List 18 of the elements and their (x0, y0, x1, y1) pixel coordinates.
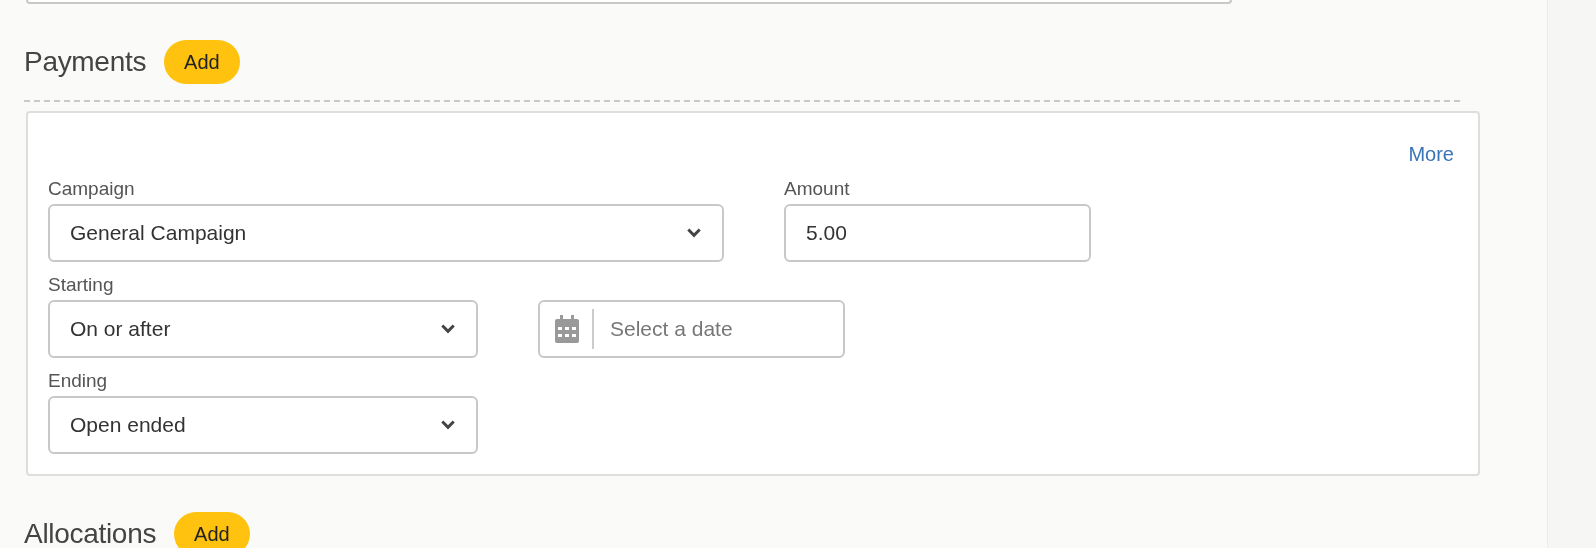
section-title: Payments (24, 46, 147, 78)
add-button[interactable]: Add (174, 512, 250, 548)
add-button[interactable]: Add (164, 40, 240, 84)
field-label: Amount (784, 177, 851, 201)
field-label: Starting (48, 273, 115, 297)
section-title: Allocations (24, 518, 157, 548)
more-link[interactable]: More (1408, 143, 1454, 166)
field-label: Ending (48, 369, 109, 393)
dropdown[interactable]: On or after (48, 300, 478, 358)
amount-field[interactable]: 5.00 (784, 204, 1091, 262)
calendar-icon (555, 315, 579, 343)
chevron-down-icon (686, 227, 702, 239)
chevron-down-icon (440, 323, 456, 335)
dropdown[interactable]: Open ended (48, 396, 478, 454)
date-field[interactable]: Select a date (538, 300, 845, 358)
chevron-down-icon (440, 419, 456, 431)
field-label: Campaign (48, 177, 136, 201)
dropdown[interactable]: General Campaign (48, 204, 724, 262)
